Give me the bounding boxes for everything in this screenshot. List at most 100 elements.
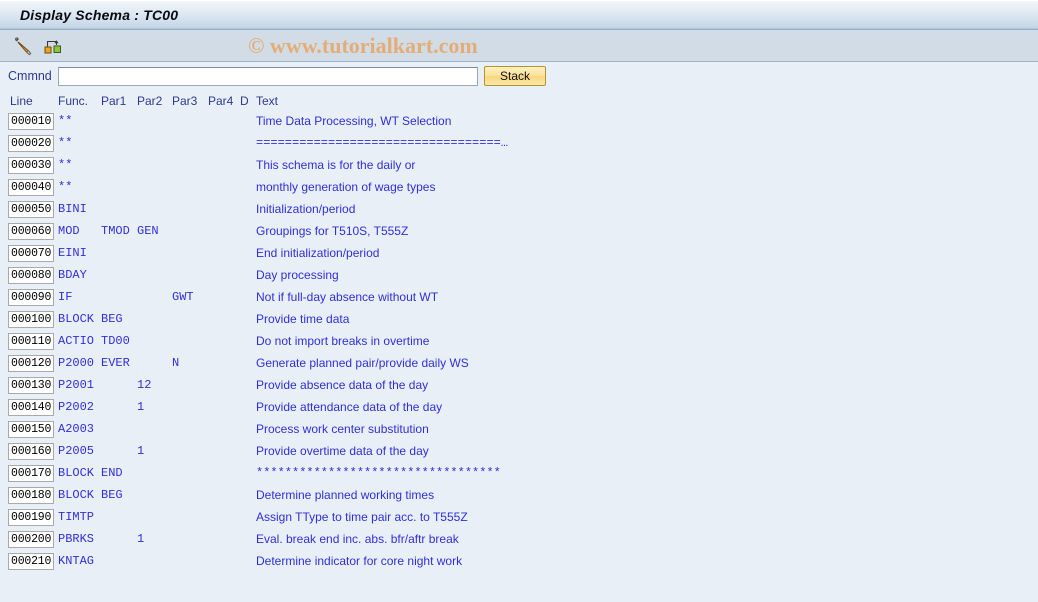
row-d-cell[interactable]: [240, 528, 254, 550]
row-par3-cell[interactable]: [172, 110, 208, 132]
row-par2-cell[interactable]: [137, 462, 172, 484]
row-par2-cell[interactable]: [137, 330, 172, 352]
row-text-cell[interactable]: Do not import breaks in overtime: [254, 330, 1038, 352]
row-par3-cell[interactable]: [172, 308, 208, 330]
row-d-cell[interactable]: [240, 264, 254, 286]
command-input[interactable]: [58, 66, 478, 86]
row-par4-cell[interactable]: [208, 396, 240, 418]
row-func-cell[interactable]: A2003: [58, 418, 101, 440]
row-par1-cell[interactable]: BEG: [101, 308, 137, 330]
row-text-cell[interactable]: Provide overtime data of the day: [254, 440, 1038, 462]
row-line-number-cell[interactable]: 000040: [0, 176, 58, 198]
row-func-cell[interactable]: BLOCK: [58, 308, 101, 330]
row-d-cell[interactable]: [240, 154, 254, 176]
row-d-cell[interactable]: [240, 506, 254, 528]
row-line-number-cell[interactable]: 000020: [0, 132, 58, 154]
row-line-number-cell[interactable]: 000140: [0, 396, 58, 418]
row-par4-cell[interactable]: [208, 330, 240, 352]
row-par4-cell[interactable]: [208, 506, 240, 528]
row-par1-cell[interactable]: [101, 264, 137, 286]
row-par4-cell[interactable]: [208, 264, 240, 286]
row-func-cell[interactable]: P2002: [58, 396, 101, 418]
row-text-cell[interactable]: End initialization/period: [254, 242, 1038, 264]
row-par3-cell[interactable]: [172, 242, 208, 264]
stack-button[interactable]: Stack: [484, 66, 546, 86]
line-number-box[interactable]: 000080: [8, 266, 55, 284]
row-func-cell[interactable]: BINI: [58, 198, 101, 220]
row-par1-cell[interactable]: [101, 242, 137, 264]
row-text-cell[interactable]: Time Data Processing, WT Selection: [254, 110, 1038, 132]
row-par4-cell[interactable]: [208, 484, 240, 506]
table-row[interactable]: 000120 P2000 EVER N Generate planned pair/pr…: [0, 352, 1038, 374]
row-par1-cell[interactable]: [101, 396, 137, 418]
row-par2-cell[interactable]: [137, 176, 172, 198]
row-par1-cell[interactable]: [101, 506, 137, 528]
row-par3-cell[interactable]: [172, 462, 208, 484]
row-par1-cell[interactable]: [101, 418, 137, 440]
row-line-number-cell[interactable]: 000150: [0, 418, 58, 440]
row-par4-cell[interactable]: [208, 286, 240, 308]
row-par2-cell[interactable]: [137, 242, 172, 264]
row-text-cell[interactable]: monthly generation of wage types: [254, 176, 1038, 198]
row-par1-cell[interactable]: TMOD: [101, 220, 137, 242]
row-text-cell[interactable]: Determine indicator for core night work: [254, 550, 1038, 572]
row-text-cell[interactable]: Eval. break end inc. abs. bfr/aftr break: [254, 528, 1038, 550]
row-d-cell[interactable]: [240, 308, 254, 330]
row-text-cell[interactable]: Provide time data: [254, 308, 1038, 330]
edit-schema-icon[interactable]: [10, 34, 36, 58]
row-par2-cell[interactable]: 1: [137, 396, 172, 418]
table-row[interactable]: 000140 P2002 1 Provide attendance data of t…: [0, 396, 1038, 418]
row-func-cell[interactable]: **: [58, 110, 101, 132]
row-d-cell[interactable]: [240, 484, 254, 506]
row-d-cell[interactable]: [240, 374, 254, 396]
row-par2-cell[interactable]: [137, 308, 172, 330]
row-d-cell[interactable]: [240, 550, 254, 572]
table-row[interactable]: 000190 TIMTP Assign TType to time pair acc…: [0, 506, 1038, 528]
line-number-box[interactable]: 000010: [8, 112, 55, 130]
row-func-cell[interactable]: P2001: [58, 374, 101, 396]
row-func-cell[interactable]: MOD: [58, 220, 101, 242]
row-par1-cell[interactable]: BEG: [101, 484, 137, 506]
row-d-cell[interactable]: [240, 396, 254, 418]
line-number-box[interactable]: 000040: [8, 178, 55, 196]
row-par3-cell[interactable]: [172, 440, 208, 462]
row-func-cell[interactable]: BLOCK: [58, 484, 101, 506]
row-text-cell[interactable]: This schema is for the daily or: [254, 154, 1038, 176]
row-line-number-cell[interactable]: 000060: [0, 220, 58, 242]
row-d-cell[interactable]: [240, 198, 254, 220]
row-par1-cell[interactable]: [101, 374, 137, 396]
row-line-number-cell[interactable]: 000200: [0, 528, 58, 550]
row-par1-cell[interactable]: [101, 198, 137, 220]
line-number-box[interactable]: 000020: [8, 134, 55, 152]
row-par1-cell[interactable]: TD00: [101, 330, 137, 352]
row-d-cell[interactable]: [240, 132, 254, 154]
row-d-cell[interactable]: [240, 286, 254, 308]
table-row[interactable]: 000210 KNTAG Determine indicator for core …: [0, 550, 1038, 572]
row-d-cell[interactable]: [240, 110, 254, 132]
row-func-cell[interactable]: EINI: [58, 242, 101, 264]
row-func-cell[interactable]: BDAY: [58, 264, 101, 286]
row-par2-cell[interactable]: [137, 418, 172, 440]
row-func-cell[interactable]: P2000: [58, 352, 101, 374]
row-par3-cell[interactable]: N: [172, 352, 208, 374]
row-par4-cell[interactable]: [208, 462, 240, 484]
line-number-box[interactable]: 000030: [8, 156, 55, 174]
row-line-number-cell[interactable]: 000210: [0, 550, 58, 572]
row-par3-cell[interactable]: [172, 198, 208, 220]
row-line-number-cell[interactable]: 000030: [0, 154, 58, 176]
row-par2-cell[interactable]: [137, 132, 172, 154]
row-par4-cell[interactable]: [208, 242, 240, 264]
row-line-number-cell[interactable]: 000080: [0, 264, 58, 286]
row-line-number-cell[interactable]: 000160: [0, 440, 58, 462]
row-func-cell[interactable]: IF: [58, 286, 101, 308]
row-d-cell[interactable]: [240, 440, 254, 462]
row-line-number-cell[interactable]: 000070: [0, 242, 58, 264]
row-par4-cell[interactable]: [208, 198, 240, 220]
row-par2-cell[interactable]: [137, 352, 172, 374]
row-par3-cell[interactable]: GWT: [172, 286, 208, 308]
row-par4-cell[interactable]: [208, 352, 240, 374]
row-func-cell[interactable]: **: [58, 132, 101, 154]
row-par2-cell[interactable]: [137, 264, 172, 286]
row-par1-cell[interactable]: [101, 154, 137, 176]
row-par2-cell[interactable]: 1: [137, 440, 172, 462]
